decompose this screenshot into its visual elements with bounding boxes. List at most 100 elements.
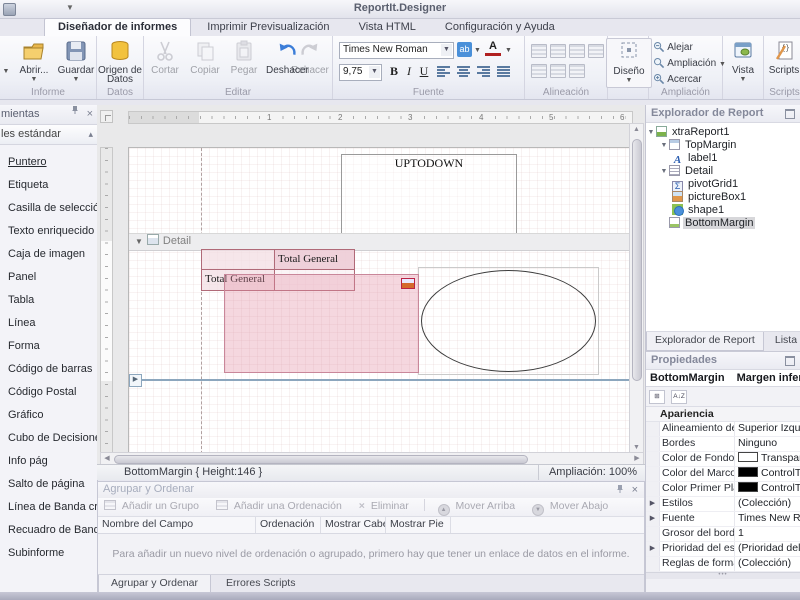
zoom-in-button[interactable]: Acercar [653,72,702,87]
property-value[interactable]: (Prioridad del estil [735,542,800,556]
font-name-combo[interactable]: Times New Roman ▼ [339,42,454,59]
delete-button[interactable]: Eliminar [371,500,409,512]
tab-vista-html[interactable]: Vista HTML [346,19,429,36]
expand-arrow-icon[interactable]: ▶ [646,512,660,526]
add-sort-button[interactable]: Añadir una Ordenación [234,500,342,512]
paste-button[interactable]: Pegar [226,38,262,86]
tree-node-topmargin[interactable]: ▼ TopMargin [646,139,800,152]
property-row-color-fondo[interactable]: Color de FondoTransparent [646,452,800,467]
property-row-color-marco[interactable]: Color del MarcoControlText [646,467,800,482]
toolbox-item[interactable]: Cubo de Decisiones [0,427,97,450]
column-header[interactable]: Mostrar Cabec... [321,517,386,533]
tree-node-bottommargin[interactable]: BottomMargin [646,217,800,230]
cut-button[interactable]: Cortar [146,38,184,86]
size-same-icon[interactable] [569,64,585,78]
report-page[interactable]: UPTODOWN ▼ Detail Total General Total Gen… [128,147,630,455]
expander-icon[interactable]: ▼ [659,139,669,152]
label1-control[interactable]: UPTODOWN [341,154,517,235]
design-button[interactable]: Diseño ▼ [606,38,652,88]
tree-node-label1[interactable]: Alabel1 [646,152,800,166]
toolbox-item[interactable]: Panel [0,266,97,289]
properties-splitter[interactable]: ••• [646,572,800,579]
expand-arrow-icon[interactable]: ▶ [646,542,660,556]
shape1-control[interactable] [418,267,599,375]
quick-access-caret-icon[interactable]: ▼ [66,3,74,12]
property-value[interactable]: Ninguno [735,437,800,451]
tree-node-picturebox1[interactable]: pictureBox1 [646,191,800,204]
picturebox1-control-selected[interactable] [224,274,419,373]
property-row-grosor[interactable]: Grosor del bord 1 [646,527,800,542]
align-left-icon[interactable] [437,66,450,77]
band-splitter-handle[interactable]: ▶ [129,374,142,387]
move-up-button[interactable]: Mover Arriba [456,500,516,512]
toolbox-item[interactable]: Info pág [0,450,97,473]
align-tops-icon[interactable] [588,44,604,58]
align-centers-icon[interactable] [550,44,566,58]
align-right-icon[interactable] [477,66,490,77]
property-row-prioridad[interactable]: ▶Prioridad del est(Prioridad del estil [646,542,800,557]
tab-errores-scripts[interactable]: Errores Scripts [214,575,307,593]
expand-arrow-icon[interactable]: ▶ [646,497,660,511]
column-header[interactable]: Ordenación [256,517,321,533]
property-row-color-primer[interactable]: Color Primer PlaControlText [646,482,800,497]
property-row-estilos[interactable]: ▶ Estilos (Colección) [646,497,800,512]
scroll-up-icon[interactable]: ▲ [630,124,643,136]
toolbox-item[interactable]: Forma [0,335,97,358]
vertical-scrollbar[interactable]: ▲ ▼ [629,123,644,455]
clipped-new-button[interactable]: ▼ [0,38,12,86]
align-justify-icon[interactable] [497,66,510,77]
alphabetical-sort-icon[interactable]: A↓Z [671,390,688,404]
zoom-level-button[interactable]: Ampliación ▼ [653,56,726,71]
underline-button[interactable]: U [417,64,431,79]
highlight-button[interactable]: ab [457,42,472,57]
toolbox-item[interactable]: Línea de Banda cr... [0,496,97,519]
font-size-combo[interactable]: 9,75 ▼ [339,64,382,81]
toolbox-item[interactable]: Texto enriquecido [0,220,97,243]
categorized-view-icon[interactable]: ⊞ [649,390,665,404]
vertical-scroll-thumb[interactable] [631,139,642,381]
toolbox-item[interactable]: Código Postal [0,381,97,404]
data-source-button[interactable]: Origen de Datos [98,38,142,86]
tab-imprimir-previsualizacion[interactable]: Imprimir Previsualización [194,19,342,36]
group-sort-close-icon[interactable]: × [632,483,638,498]
toolbox-item[interactable]: Subinforme [0,542,97,565]
align-middles-icon[interactable] [531,64,547,78]
align-bottoms-icon[interactable] [550,64,566,78]
tab-lista-de-campos[interactable]: Lista de Camp [767,332,800,350]
bottom-margin-separator[interactable] [129,379,629,381]
toolbox-item[interactable]: Puntero [0,151,97,174]
property-row-alineamiento[interactable]: Alineamiento deSuperior Izquierda [646,422,800,437]
toolbox-item[interactable]: Caja de imagen [0,243,97,266]
add-group-button[interactable]: Añadir un Grupo [122,500,199,512]
tree-node-shape1[interactable]: shape1 [646,204,800,217]
horizontal-scroll-thumb[interactable] [114,454,528,464]
toolbox-item[interactable]: Recuadro de Band... [0,519,97,542]
property-value[interactable]: ControlText [735,467,800,481]
property-row-bordes[interactable]: Bordes Ninguno [646,437,800,452]
copy-button[interactable]: Copiar [186,38,224,86]
redo-button[interactable]: Rehacer [290,38,330,86]
tab-disenador-de-informes[interactable]: Diseñador de informes [44,18,192,36]
explorer-dock-icon[interactable] [785,109,795,119]
align-rights-icon[interactable] [569,44,585,58]
toolbox-item[interactable]: Línea [0,312,97,335]
bold-button[interactable]: B [387,64,401,79]
move-down-button[interactable]: Mover Abajo [550,500,608,512]
font-color-button[interactable]: A [485,40,501,56]
italic-button[interactable]: I [403,64,415,79]
property-value[interactable]: (Colección) [735,497,800,511]
property-value[interactable]: Times New Roman [735,512,800,526]
save-button[interactable]: Guardar ▼ [54,38,98,86]
column-header[interactable]: Mostrar Pie [386,517,451,533]
expander-icon[interactable]: ▼ [659,165,669,178]
scripts-button[interactable]: {} Scripts [762,38,800,86]
property-category-apariencia[interactable]: Apariencia [646,407,800,422]
property-value[interactable]: ControlText [735,482,800,496]
toolbox-item[interactable]: Tabla [0,289,97,312]
properties-dock-icon[interactable] [785,356,795,366]
view-button[interactable]: Vista ▼ [721,38,765,86]
toolbox-item[interactable]: Casilla de selección [0,197,97,220]
align-lefts-icon[interactable] [531,44,547,58]
toolbox-pin-icon[interactable] [71,105,79,115]
property-value[interactable]: 1 [735,527,800,541]
